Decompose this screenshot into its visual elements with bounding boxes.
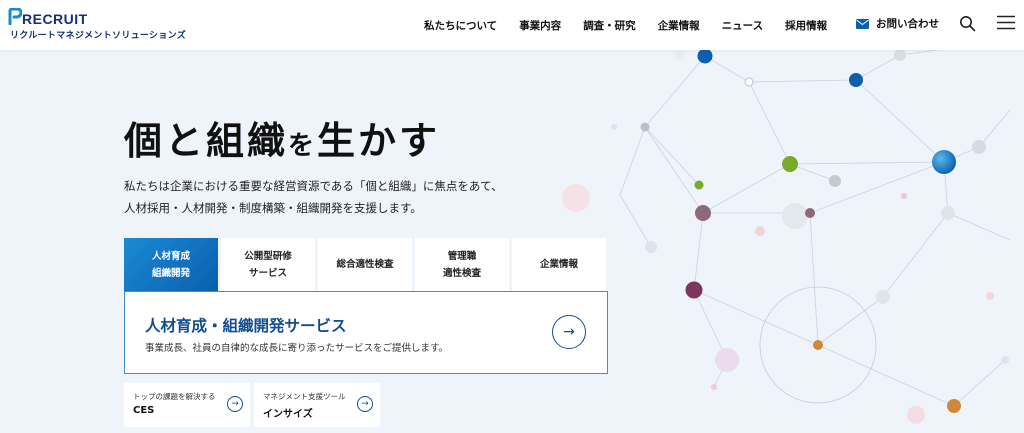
tab-label-line1: 公開型研修	[244, 250, 292, 262]
hero-title-part2: を	[288, 131, 318, 161]
card-subtitle: トップの課題を解決する	[133, 392, 216, 401]
card-arrow-button[interactable]: →	[357, 396, 373, 412]
contact-label: お問い合わせ	[876, 18, 939, 30]
card-insize[interactable]: マネジメント支援ツール インサイズ →	[254, 383, 380, 427]
global-nav: 私たちについて 事業内容 調査・研究 企業情報 ニュース 採用情報	[424, 0, 849, 50]
tab-company-info[interactable]: 企業情報	[512, 238, 606, 291]
hero-desc-line2: 人材採用・人材開発・制度構築・組織開発を支援します。	[124, 201, 422, 215]
tab-manager-aptitude-test[interactable]: 管理職 適性検査	[415, 238, 509, 291]
arrow-right-icon: →	[361, 399, 369, 409]
card-ces[interactable]: トップの課題を解決する CES →	[124, 383, 250, 427]
hero-section: 個と組織を生かす 私たちは企業における重要な経営資源である「個と組織」に焦点をあ…	[0, 0, 1024, 433]
tab-label-line1: 総合適性検査	[336, 259, 394, 270]
logo-company-name: リクルートマネジメントソリューションズ	[10, 31, 187, 41]
tab-label-line2: サービス	[248, 267, 287, 279]
arrow-right-icon: →	[563, 324, 575, 340]
nav-business[interactable]: 事業内容	[519, 18, 561, 33]
tab-aptitude-test[interactable]: 総合適性検査	[318, 238, 412, 291]
card-title: インサイズ	[263, 409, 313, 420]
site-header: RECRUIT リクルートマネジメントソリューションズ 私たちについて 事業内容…	[0, 0, 1024, 50]
nav-about[interactable]: 私たちについて	[424, 18, 497, 33]
search-icon[interactable]	[959, 15, 976, 32]
card-title: CES	[133, 405, 155, 416]
contact-link[interactable]: お問い合わせ	[856, 16, 939, 31]
nav-company[interactable]: 企業情報	[658, 18, 700, 33]
panel-arrow-button[interactable]: →	[552, 315, 586, 349]
hero-title-part3: 生かす	[317, 119, 441, 163]
tab-label-line2: 適性検査	[442, 267, 481, 279]
tab-label-line1: 企業情報	[539, 259, 578, 270]
tab-open-training[interactable]: 公開型研修 サービス	[221, 238, 315, 291]
card-arrow-button[interactable]: →	[227, 396, 243, 412]
tab-talent-development[interactable]: 人材育成 組織開発	[124, 238, 218, 291]
hamburger-menu-icon[interactable]	[997, 15, 1015, 30]
arrow-right-icon: →	[231, 399, 239, 409]
nav-recruit[interactable]: 採用情報	[785, 18, 827, 33]
hero-title: 個と組織を生かす	[124, 110, 440, 165]
hero-desc-line1: 私たちは企業における重要な経営資源である「個と組織」に焦点をあて、	[124, 179, 503, 193]
recruit-logo-mark-icon	[8, 8, 22, 25]
tab-label-line1: 人材育成	[151, 250, 190, 262]
tab-label-line2: 組織開発	[151, 267, 190, 279]
service-tabs: 人材育成組織開発 公開型研修サービス 総合適性検査 管理職適性検査 企業情報	[124, 238, 609, 291]
nav-news[interactable]: ニュース	[722, 18, 763, 33]
mail-icon	[856, 18, 869, 29]
logo-text: RECRUIT	[22, 11, 88, 27]
panel-description: 事業成長、社員の自律的な成長に寄り添ったサービスをご提供します。	[145, 343, 449, 354]
hero-title-part1: 個と組織	[124, 119, 289, 163]
tab-label-line1: 管理職	[447, 250, 477, 262]
panel-title: 人材育成・組織開発サービス	[145, 317, 347, 335]
hero-description: 私たちは企業における重要な経営資源である「個と組織」に焦点をあて、 人材採用・人…	[124, 175, 503, 219]
card-subtitle: マネジメント支援ツール	[263, 392, 346, 401]
nav-research[interactable]: 調査・研究	[583, 18, 636, 33]
service-panel[interactable]: 人材育成・組織開発サービス 事業成長、社員の自律的な成長に寄り添ったサービスをご…	[124, 291, 608, 374]
